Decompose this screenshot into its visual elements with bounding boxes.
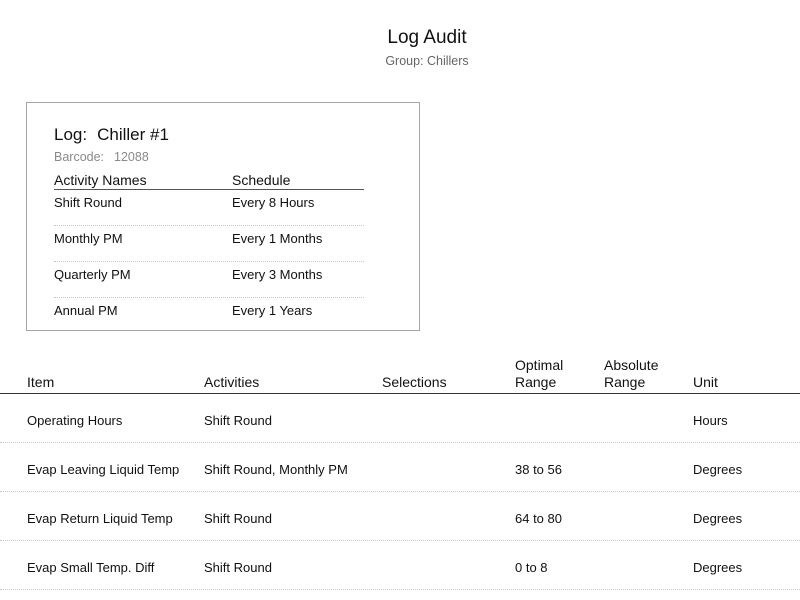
table-row: Evap Return Liquid Temp Shift Round 64 t… bbox=[0, 492, 800, 541]
activity-table: Activity Names Schedule Shift Round Ever… bbox=[54, 171, 364, 333]
page-title: Log Audit bbox=[387, 27, 467, 48]
unit-cell: Degrees bbox=[693, 511, 743, 526]
activity-schedule: Every 8 Hours bbox=[232, 195, 315, 210]
report-header: Log Audit Group: Chillers bbox=[0, 26, 800, 69]
unit-cell: Degrees bbox=[693, 560, 743, 575]
log-title: Log: Chiller #1 bbox=[54, 125, 169, 145]
unit-header: Unit bbox=[693, 374, 718, 390]
optimal-range-cell: 64 to 80 bbox=[515, 511, 562, 526]
optimal-range-cell: 38 to 56 bbox=[515, 462, 562, 477]
log-label: Log: bbox=[54, 125, 88, 144]
selections-header: Selections bbox=[382, 374, 447, 390]
table-row: Evap Small Temp. Diff Shift Round 0 to 8… bbox=[0, 541, 800, 590]
activity-name: Monthly PM bbox=[54, 231, 123, 246]
activities-cell: Shift Round, Monthly PM bbox=[204, 462, 348, 477]
activity-name: Quarterly PM bbox=[54, 267, 131, 282]
barcode-value: 12088 bbox=[114, 150, 149, 164]
activity-schedule: Every 3 Months bbox=[232, 267, 323, 282]
absolute-range-header-line2: Range bbox=[604, 374, 646, 390]
log-name: Chiller #1 bbox=[97, 125, 169, 144]
activity-name: Shift Round bbox=[54, 195, 122, 210]
barcode-line: Barcode: 12088 bbox=[54, 150, 149, 164]
unit-cell: Degrees bbox=[693, 462, 743, 477]
activity-schedule: Every 1 Years bbox=[232, 303, 313, 318]
activity-row: Quarterly PM Every 3 Months bbox=[54, 262, 364, 298]
schedule-header: Schedule bbox=[232, 172, 291, 188]
activities-cell: Shift Round bbox=[204, 560, 272, 575]
activities-cell: Shift Round bbox=[204, 511, 272, 526]
activity-table-header: Activity Names Schedule bbox=[54, 171, 364, 190]
items-table-header: Item Activities Selections Optimal Range … bbox=[0, 357, 800, 394]
activity-row: Monthly PM Every 1 Months bbox=[54, 226, 364, 262]
item-cell: Evap Return Liquid Temp bbox=[27, 511, 173, 526]
table-row: Operating Hours Shift Round Hours bbox=[0, 394, 800, 443]
log-info-box: Log: Chiller #1 Barcode: 12088 Activity Na… bbox=[26, 102, 420, 331]
optimal-range-cell: 0 to 8 bbox=[515, 560, 548, 575]
activity-row: Shift Round Every 8 Hours bbox=[54, 190, 364, 226]
item-header: Item bbox=[27, 374, 55, 390]
activity-names-header: Activity Names bbox=[54, 172, 147, 188]
optimal-range-header: Optimal Range bbox=[515, 357, 563, 391]
unit-cell: Hours bbox=[693, 413, 728, 428]
table-row: Evap Leaving Liquid Temp Shift Round, Mo… bbox=[0, 443, 800, 492]
item-cell: Evap Leaving Liquid Temp bbox=[27, 462, 180, 477]
activities-cell: Shift Round bbox=[204, 413, 272, 428]
activity-schedule: Every 1 Months bbox=[232, 231, 323, 246]
group-subtitle: Group: Chillers bbox=[385, 54, 469, 68]
optimal-range-header-line1: Optimal bbox=[515, 357, 564, 373]
activity-name: Annual PM bbox=[54, 303, 118, 318]
absolute-range-header-line1: Absolute bbox=[604, 357, 659, 373]
item-cell: Evap Small Temp. Diff bbox=[27, 560, 155, 575]
optimal-range-header-line2: Range bbox=[515, 374, 557, 390]
barcode-label: Barcode: bbox=[54, 150, 105, 164]
activity-row: Annual PM Every 1 Years bbox=[54, 298, 364, 333]
activities-header: Activities bbox=[204, 374, 260, 390]
item-cell: Operating Hours bbox=[27, 413, 123, 428]
absolute-range-header: Absolute Range bbox=[604, 357, 658, 391]
items-table: Item Activities Selections Optimal Range … bbox=[0, 357, 800, 590]
